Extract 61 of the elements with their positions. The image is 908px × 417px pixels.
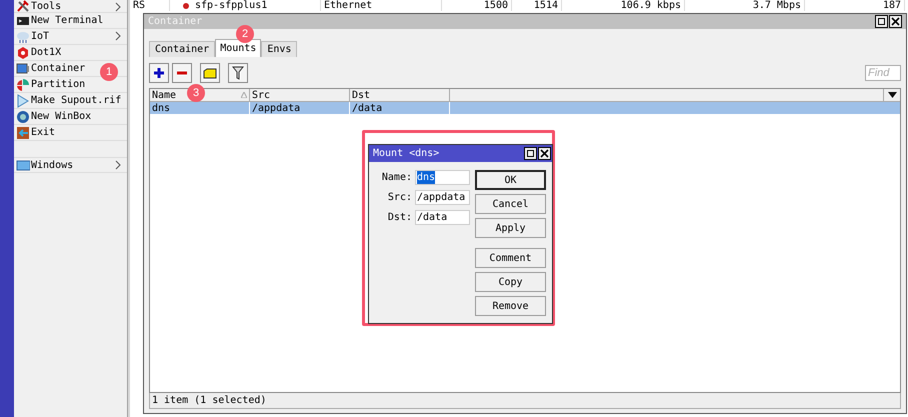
filter-button[interactable]: [228, 63, 248, 83]
caret-icon: [888, 92, 896, 98]
menu-icon: [16, 78, 30, 92]
dialog-button[interactable]: OK: [475, 170, 546, 190]
field-label: Name:: [382, 171, 412, 185]
menu-item[interactable]: Dot1X: [14, 45, 127, 61]
input-field[interactable]: /appdata: [415, 190, 470, 205]
close-button[interactable]: [889, 15, 902, 28]
column-header[interactable]: Src: [250, 89, 350, 101]
dialog-button[interactable]: Copy: [475, 272, 546, 292]
menu-icon: [16, 62, 30, 76]
menu-icon: [16, 30, 30, 44]
menu-icon: [16, 158, 30, 172]
input-field[interactable]: dns: [415, 170, 470, 185]
menu-icon: [16, 110, 30, 124]
field-label: Dst:: [388, 211, 412, 225]
add-button[interactable]: [149, 63, 169, 83]
menu-item[interactable]: Tools: [14, 0, 127, 13]
input-field[interactable]: /data: [415, 210, 470, 225]
maximize-button[interactable]: [524, 147, 537, 160]
menu-icon: [16, 0, 30, 13]
dialog-button[interactable]: Comment: [475, 248, 546, 268]
find-field[interactable]: Find: [865, 65, 901, 81]
menu-icon: [16, 46, 30, 60]
dialog-title: Mount <dns>: [373, 147, 440, 161]
note-icon: [203, 68, 217, 78]
menu-item[interactable]: Make Supout.rif: [14, 93, 127, 109]
remove-button[interactable]: [172, 63, 192, 83]
table-cell: 187: [882, 0, 901, 11]
table-cell: /data: [350, 102, 450, 114]
table-row[interactable]: dns /appdata /data: [150, 102, 900, 114]
column-header[interactable]: Dst: [350, 89, 450, 101]
dialog-button[interactable]: Remove: [475, 296, 546, 316]
menu-item[interactable]: IoT: [14, 29, 127, 45]
table-cell: 1514: [534, 0, 558, 11]
table-cell: 3.7 Mbps: [752, 0, 801, 11]
table-cell: /appdata: [250, 102, 350, 114]
note-button[interactable]: [200, 63, 220, 83]
filter-icon: [232, 66, 244, 80]
dialog-button[interactable]: Apply: [475, 218, 546, 238]
field-label: Src:: [388, 191, 412, 205]
menu-item[interactable]: New Terminal: [14, 13, 127, 29]
menu-item[interactable]: New WinBox: [14, 109, 127, 125]
maximize-button[interactable]: [875, 15, 888, 28]
table-cell: Ethernet: [324, 0, 372, 11]
tab[interactable]: Mounts: [215, 39, 262, 57]
status-text: 1 item (1 selected): [152, 394, 266, 408]
interface-icon: [181, 2, 191, 10]
menu-item[interactable]: Exit: [14, 125, 127, 141]
menu-icon: [16, 126, 30, 140]
table-cell: 106.9 kbps: [620, 0, 681, 11]
close-button[interactable]: [538, 147, 551, 160]
table-cell: sfp-sfpplus1: [195, 0, 268, 11]
dialog-button[interactable]: Cancel: [475, 194, 546, 214]
menu-item[interactable]: Windows: [14, 157, 127, 173]
plus-icon: [153, 67, 165, 79]
tab[interactable]: Envs: [261, 41, 298, 57]
table-cell: RS: [133, 0, 146, 11]
tab[interactable]: Container: [149, 41, 216, 57]
table-cell: 1500: [484, 0, 508, 11]
menu-icon: [16, 94, 30, 108]
